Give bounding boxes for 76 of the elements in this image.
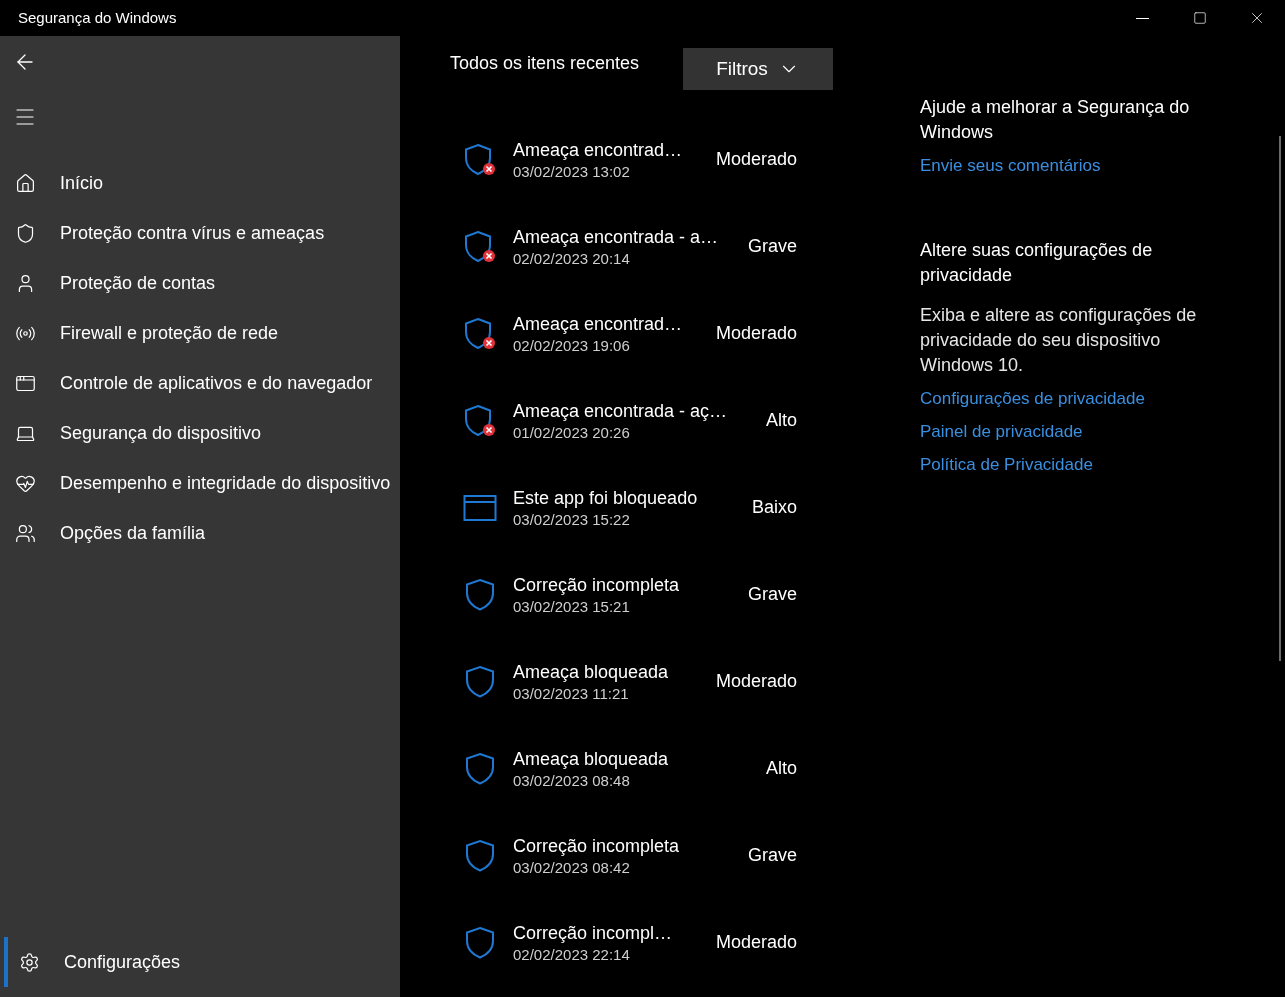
- severity-label: Grave: [747, 583, 797, 606]
- minimize-icon: [1136, 17, 1149, 19]
- shield-icon: [463, 664, 497, 699]
- severity-label: Grave: [747, 844, 797, 867]
- shield-icon: [463, 925, 497, 960]
- nav-item[interactable]: Proteção de contas: [0, 258, 400, 308]
- link[interactable]: Política de Privacidade: [920, 452, 1093, 477]
- severity-label: Alto: [765, 409, 797, 432]
- item-title: Este app foi bloqueado: [513, 486, 698, 510]
- item-date: 03/02/2023 13:02: [513, 161, 631, 182]
- section-heading: Ajude a melhorar a Segurança do Windows: [920, 96, 1191, 144]
- item-date: 03/02/2023 15:22: [513, 509, 631, 530]
- item-date: 02/02/2023 22:14: [513, 944, 631, 965]
- item-title: Correção incompleta: [513, 834, 680, 858]
- item-date: 01/02/2023 20:26: [513, 422, 631, 443]
- maximize-icon: [1192, 11, 1207, 25]
- history-item[interactable]: Ameaça encontrad… 02/02/2023 19:06 Moderado: [450, 290, 797, 377]
- scrollbar-thumb[interactable]: [1279, 136, 1281, 661]
- item-title: Ameaça encontrad…: [513, 312, 683, 336]
- link[interactable]: Envie seus comentários: [920, 153, 1101, 178]
- item-title: Ameaça bloqueada: [513, 660, 669, 684]
- link[interactable]: Painel de privacidade: [920, 419, 1083, 444]
- home-icon: [15, 172, 36, 194]
- shield-icon: [15, 222, 36, 244]
- filter-button[interactable]: Filtros: [683, 48, 833, 90]
- severity-label: Moderado: [715, 670, 797, 693]
- shield-icon: [463, 751, 497, 786]
- history-item[interactable]: Ameaça encontrada - aç… 01/02/2023 20:26 Alto: [450, 377, 797, 464]
- nav-item[interactable]: Desempenho e integridade do dispositivo: [0, 458, 400, 508]
- nav-item[interactable]: Configurações: [4, 937, 404, 987]
- history-item[interactable]: Correção incompleta 03/02/2023 08:42 Grave: [450, 812, 797, 899]
- shield-icon: [463, 577, 497, 612]
- nav-item[interactable]: Controle de aplicativos e do navegador: [0, 358, 400, 408]
- item-date: 02/02/2023 20:14: [513, 248, 631, 269]
- item-title: Ameaça bloqueada: [513, 747, 669, 771]
- item-date: 03/02/2023 08:48: [513, 770, 631, 791]
- nav-item[interactable]: Proteção contra vírus e ameaças: [0, 208, 400, 258]
- shield-icon: [463, 838, 497, 873]
- window-icon: [463, 493, 497, 522]
- severity-label: Moderado: [715, 322, 797, 345]
- item-title: Ameaça encontrada - aç…: [513, 399, 728, 423]
- item-date: 03/02/2023 11:21: [513, 683, 630, 704]
- nav-item[interactable]: Início: [0, 158, 400, 208]
- shield-error-icon: [463, 316, 497, 351]
- link[interactable]: Configurações de privacidade: [920, 386, 1145, 411]
- nav-item[interactable]: Segurança do dispositivo: [0, 408, 400, 458]
- description-text: Exiba e altere as configurações de privacidade do seu dispositivo Windows 10.: [920, 304, 1198, 377]
- section-title: Todos os itens recentes: [450, 52, 641, 75]
- history-item[interactable]: Correção incompleta 03/02/2023 15:21 Grave: [450, 551, 797, 638]
- history-item[interactable]: Ameaça encontrada - a… 02/02/2023 20:14 Grave: [450, 203, 797, 290]
- window-title: Segurança do Windows: [18, 7, 177, 28]
- item-date: 02/02/2023 19:06: [513, 335, 631, 356]
- severity-label: Moderado: [715, 148, 797, 171]
- settings-icon: [19, 951, 40, 973]
- shield-error-icon: [463, 403, 497, 438]
- item-title: Ameaça encontrada - a…: [513, 225, 719, 249]
- nav-item[interactable]: Opções da família: [0, 508, 400, 558]
- history-item[interactable]: Ameaça encontrad… 03/02/2023 13:02 Moderado: [450, 116, 797, 203]
- item-date: 03/02/2023 08:42: [513, 857, 631, 878]
- history-item[interactable]: Correção incompl… 02/02/2023 22:14 Moderado: [450, 899, 797, 986]
- shield-error-icon: [463, 142, 497, 177]
- item-title: Correção incompleta: [513, 573, 680, 597]
- section-heading: Altere suas configurações de privacidade: [920, 239, 1154, 287]
- severity-label: Alto: [765, 757, 797, 780]
- severity-label: Baixo: [751, 496, 797, 519]
- nav-item[interactable]: Firewall e proteção de rede: [0, 308, 400, 358]
- item-title: Ameaça encontrad…: [513, 138, 683, 162]
- shield-error-icon: [463, 229, 497, 264]
- history-item[interactable]: Ameaça bloqueada 03/02/2023 08:48 Alto: [450, 725, 797, 812]
- item-date: 03/02/2023 15:21: [513, 596, 631, 617]
- people-icon: [15, 522, 36, 544]
- item-title: Correção incompl…: [513, 921, 673, 945]
- severity-label: Grave: [747, 235, 797, 258]
- severity-label: Moderado: [715, 931, 797, 954]
- history-item[interactable]: Este app foi bloqueado 03/02/2023 15:22 Baixo: [450, 464, 797, 551]
- history-item[interactable]: Ameaça bloqueada 03/02/2023 11:21 Moderado: [450, 638, 797, 725]
